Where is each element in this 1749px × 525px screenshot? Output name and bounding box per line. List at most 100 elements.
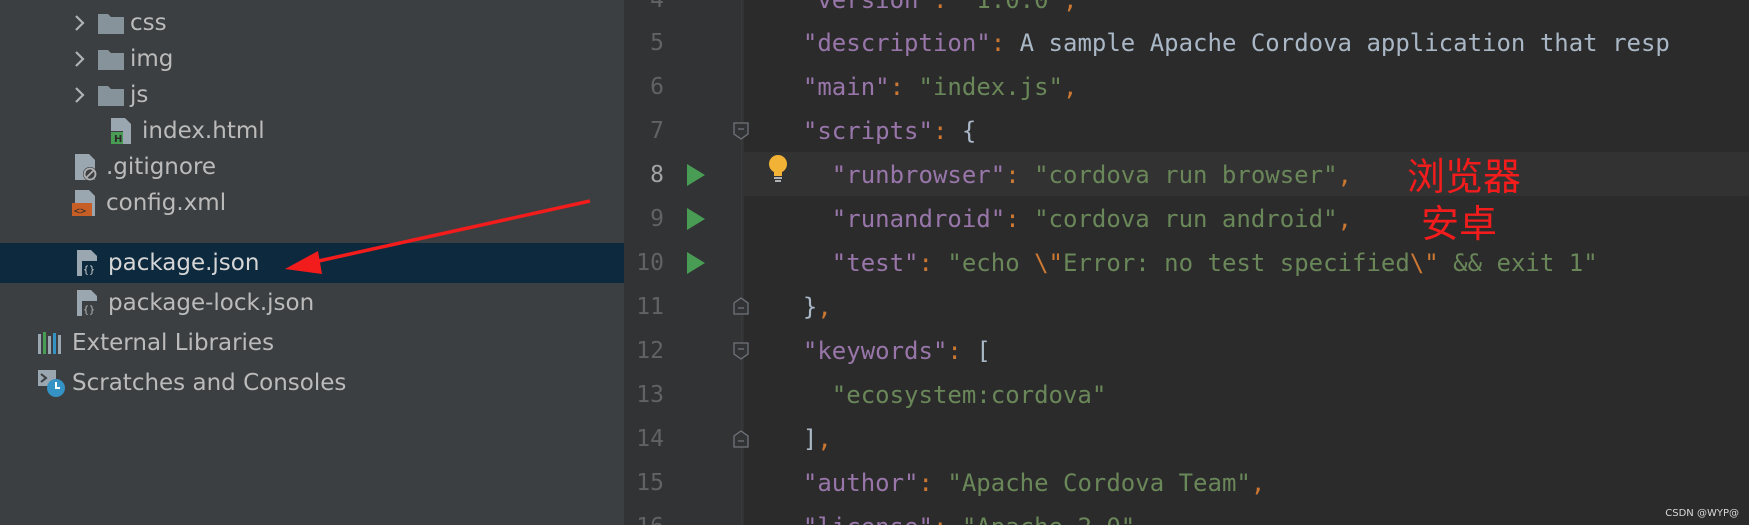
fold-collapse-icon[interactable] bbox=[733, 122, 749, 140]
chevron-right-icon[interactable] bbox=[70, 3, 90, 43]
annotation-android: 安卓 bbox=[1421, 202, 1498, 246]
tree-item-scratches-and-consoles[interactable]: Scratches and Consoles bbox=[0, 363, 624, 403]
code-token: "runandroid" bbox=[831, 205, 1006, 233]
tree-item-css[interactable]: css bbox=[0, 3, 624, 43]
tree-item-label: js bbox=[130, 82, 149, 108]
fold-collapse-icon[interactable] bbox=[733, 342, 749, 360]
code-token: : bbox=[932, 117, 948, 145]
line-number: 8 bbox=[650, 162, 664, 188]
code-token: : bbox=[1005, 161, 1020, 189]
fold-end-icon[interactable] bbox=[733, 297, 749, 315]
code-token: , bbox=[1250, 469, 1266, 497]
code-token: : bbox=[932, 0, 948, 14]
code-token: "version" bbox=[802, 0, 933, 14]
code-token: "description" bbox=[802, 29, 991, 57]
code-line[interactable]: "scripts": { bbox=[774, 109, 976, 153]
code-token: "1.0.0" bbox=[961, 0, 1064, 14]
code-token: : bbox=[990, 29, 1006, 57]
tree-item-package-lock-json[interactable]: {} package-lock.json bbox=[0, 283, 624, 323]
folder-icon bbox=[96, 80, 126, 110]
code-line[interactable]: }, bbox=[774, 285, 832, 329]
code-token: "echo bbox=[947, 249, 1035, 277]
line-number: 12 bbox=[636, 338, 664, 364]
code-line[interactable]: "keywords": [ bbox=[774, 329, 991, 373]
tree-item-js[interactable]: js bbox=[0, 75, 624, 115]
libraries-icon bbox=[36, 328, 66, 358]
code-token: : bbox=[933, 513, 947, 525]
code-token: "author" bbox=[802, 469, 919, 497]
code-token: : bbox=[947, 337, 962, 365]
run-script-icon[interactable] bbox=[684, 161, 708, 189]
code-token: "test" bbox=[831, 249, 919, 277]
code-token: , bbox=[1337, 161, 1352, 189]
line-number: 9 bbox=[650, 206, 664, 232]
tree-item-external-libraries[interactable]: External Libraries bbox=[0, 323, 624, 363]
code-line[interactable]: ], bbox=[774, 417, 832, 461]
code-line[interactable]: "license": "Apache-2.0", bbox=[774, 505, 1150, 525]
line-number: 7 bbox=[650, 118, 664, 144]
chevron-right-icon[interactable] bbox=[70, 75, 90, 115]
chevron-right-icon[interactable] bbox=[70, 39, 90, 79]
code-token: "ecosystem:cordova" bbox=[831, 381, 1107, 409]
scratches-icon bbox=[36, 368, 66, 398]
code-line[interactable]: "author": "Apache Cordova Team", bbox=[774, 461, 1265, 505]
code-line[interactable]: "description": A sample Apache Cordova a… bbox=[774, 21, 1670, 65]
tree-item-gitignore[interactable]: .gitignore bbox=[0, 147, 624, 187]
code-token: , bbox=[1063, 0, 1078, 14]
run-script-icon[interactable] bbox=[684, 249, 708, 277]
xml-file-icon: <> bbox=[70, 188, 100, 218]
code-line[interactable]: "ecosystem:cordova" bbox=[774, 373, 1107, 417]
tree-item-label: config.xml bbox=[106, 190, 227, 216]
code-token: , bbox=[817, 293, 832, 321]
tree-item-config-xml[interactable]: <> config.xml bbox=[0, 183, 624, 223]
tree-item-index-html[interactable]: H index.html bbox=[0, 111, 624, 151]
line-number: 15 bbox=[636, 470, 664, 496]
code-line[interactable]: "runandroid": "cordova run android", bbox=[774, 197, 1352, 241]
line-number: 5 bbox=[650, 30, 664, 56]
code-token: , bbox=[1063, 73, 1078, 101]
tree-item-label: css bbox=[130, 10, 167, 36]
code-line[interactable]: "runbrowser": "cordova run browser", bbox=[774, 153, 1352, 197]
tree-item-img[interactable]: img bbox=[0, 39, 624, 79]
code-line[interactable]: "main": "index.js", bbox=[774, 65, 1078, 109]
line-number: 4 bbox=[650, 0, 664, 13]
code-token: : bbox=[1005, 205, 1020, 233]
code-token: "Apache Cordova Team" bbox=[947, 469, 1251, 497]
tree-item-label: Scratches and Consoles bbox=[72, 370, 347, 396]
code-token: : bbox=[918, 469, 933, 497]
line-number: 14 bbox=[636, 426, 664, 452]
code-line[interactable]: "version": "1.0.0", bbox=[774, 0, 1078, 22]
ignore-file-icon bbox=[70, 152, 100, 182]
code-token: "index.js" bbox=[918, 73, 1064, 101]
run-script-icon[interactable] bbox=[684, 205, 708, 233]
tree-item-package-json[interactable]: {} package.json bbox=[0, 243, 624, 283]
folder-icon bbox=[96, 8, 126, 38]
line-number: 11 bbox=[636, 294, 664, 320]
json-file-icon: {} bbox=[72, 288, 102, 318]
fold-end-icon[interactable] bbox=[733, 430, 749, 448]
tree-item-label: index.html bbox=[142, 118, 265, 144]
line-number: 10 bbox=[636, 250, 664, 276]
code-token: : bbox=[889, 73, 905, 101]
line-number: 6 bbox=[650, 74, 664, 100]
code-token: "scripts" bbox=[802, 117, 933, 145]
code-editor[interactable]: 4 5 6 7 8 9 10 11 12 13 14 15 16 "v bbox=[624, 0, 1749, 525]
code-token: \" bbox=[1034, 249, 1064, 277]
code-token: : bbox=[918, 249, 933, 277]
svg-text:{}: {} bbox=[83, 265, 95, 276]
